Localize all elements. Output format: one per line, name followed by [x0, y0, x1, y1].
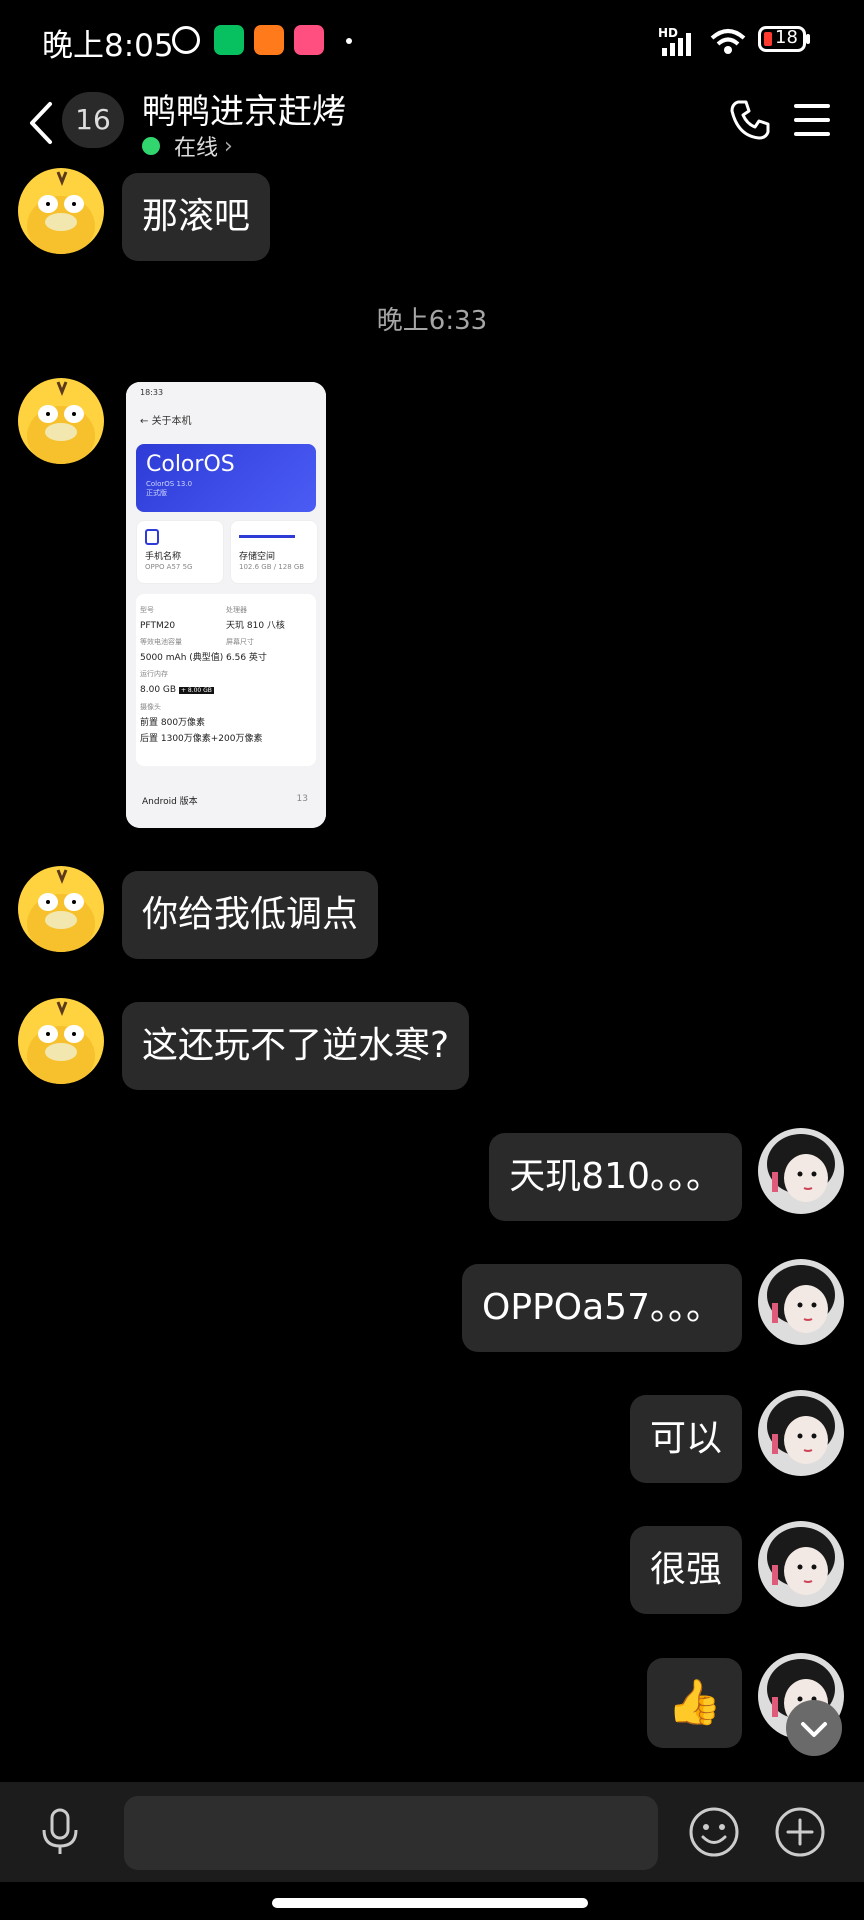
more-notifications-dot	[346, 38, 352, 44]
message-timestamp: 晚上6:33	[376, 306, 488, 336]
message-bubble[interactable]: 很强	[629, 1526, 742, 1614]
my-avatar[interactable]	[758, 1390, 844, 1476]
duck-avatar-icon	[18, 998, 104, 1084]
preview-android-version: Android 版本 13	[142, 794, 308, 807]
chevron-right-icon: ›	[224, 133, 233, 159]
message-input[interactable]	[124, 1796, 658, 1870]
unread-count-badge[interactable]: 16	[62, 92, 124, 148]
taobao-notification-icon	[254, 25, 284, 55]
my-avatar[interactable]	[758, 1259, 844, 1345]
preview-version: ColorOS 13.0 正式版	[146, 480, 193, 497]
battery-icon: 18	[758, 26, 806, 52]
preview-status-time: 18:33	[140, 388, 164, 397]
girl-avatar-icon	[758, 1259, 844, 1345]
preview-specs: 型号 处理器 PFTM20 天玑 810 八核 等效电池容量 屏幕尺寸 5000…	[140, 606, 285, 744]
chat-title[interactable]: 鸭鸭进京赶烤	[142, 84, 346, 133]
online-dot-icon	[142, 137, 160, 155]
emoji-icon[interactable]	[686, 1804, 742, 1860]
duck-avatar-icon	[18, 168, 104, 254]
alarm-icon	[172, 26, 200, 54]
status-time: 晚上8:05	[42, 28, 174, 64]
preview-coloros-banner: ColorOS ColorOS 13.0 正式版	[136, 444, 316, 512]
battery-level: 18	[775, 27, 798, 48]
online-status-label: 在线	[174, 136, 219, 161]
chat-header: 16 鸭鸭进京赶烤 在线 ›	[0, 80, 864, 170]
preview-nav-title: ← 关于本机	[140, 416, 192, 427]
message-bubble[interactable]: 你给我低调点	[122, 871, 379, 959]
back-icon[interactable]	[22, 98, 62, 148]
contact-avatar[interactable]	[18, 998, 104, 1084]
image-message[interactable]: 18:33 ← 关于本机 ColorOS ColorOS 13.0 正式版 手机名…	[126, 382, 326, 828]
preview-card-phone-name: 手机名称 OPPO A57 5G	[136, 520, 224, 584]
duck-avatar-icon	[18, 378, 104, 464]
message-bubble[interactable]: 天玑810。。。	[489, 1133, 742, 1221]
plus-icon[interactable]	[772, 1804, 828, 1860]
message-bubble[interactable]: 那滚吧	[122, 173, 271, 261]
home-indicator[interactable]	[272, 1898, 588, 1908]
online-status[interactable]: 在线 ›	[142, 130, 233, 162]
input-bar	[0, 1782, 864, 1882]
microphone-icon[interactable]	[34, 1806, 86, 1858]
chevron-down-icon	[801, 1722, 827, 1737]
preview-brand: ColorOS	[146, 452, 235, 477]
contact-avatar[interactable]	[18, 866, 104, 952]
message-bubble[interactable]: OPPOa57。。。	[462, 1264, 742, 1352]
girl-avatar-icon	[758, 1521, 844, 1607]
emoji-message-bubble[interactable]: 👍	[647, 1658, 742, 1748]
status-bar: 晚上8:05 HD 18	[0, 0, 864, 80]
signal-icon	[662, 33, 691, 56]
wechat-notification-icon	[214, 25, 244, 55]
contact-avatar[interactable]	[18, 168, 104, 254]
preview-card-storage: 存储空间 102.6 GB / 128 GB	[230, 520, 318, 584]
message-bubble[interactable]: 这还玩不了逆水寒?	[122, 1002, 470, 1090]
scroll-to-bottom-button[interactable]	[786, 1700, 842, 1756]
app-notification-icon	[294, 25, 324, 55]
my-avatar[interactable]	[758, 1521, 844, 1607]
phone-call-icon[interactable]	[726, 96, 774, 144]
wifi-icon	[710, 29, 746, 54]
girl-avatar-icon	[758, 1128, 844, 1214]
menu-icon[interactable]	[792, 100, 832, 140]
my-avatar[interactable]	[758, 1128, 844, 1214]
duck-avatar-icon	[18, 866, 104, 952]
message-bubble[interactable]: 可以	[629, 1395, 742, 1483]
girl-avatar-icon	[758, 1390, 844, 1476]
contact-avatar[interactable]	[18, 378, 104, 464]
